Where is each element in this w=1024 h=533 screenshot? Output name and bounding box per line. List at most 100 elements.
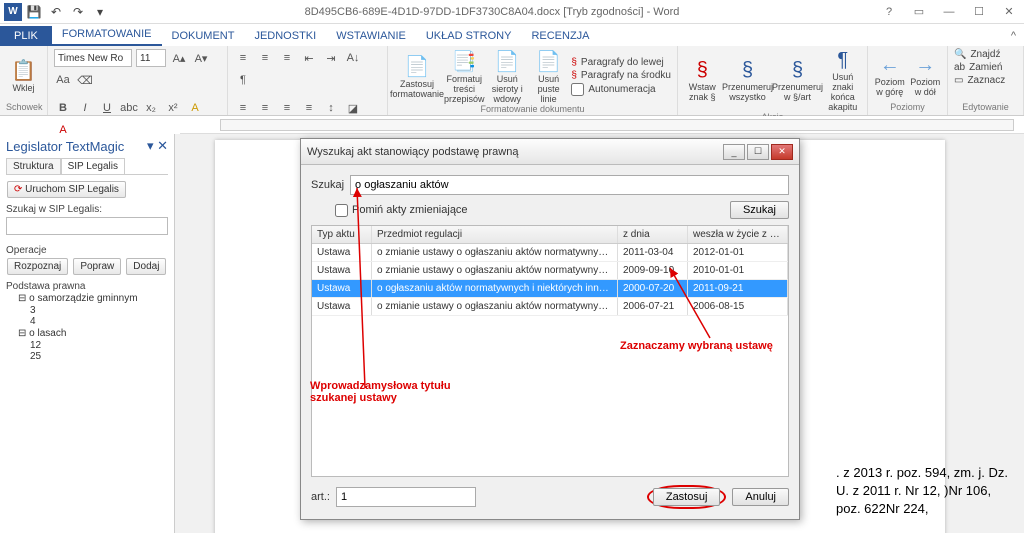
size-combo[interactable]: 11: [136, 49, 166, 67]
ribbon-options-icon[interactable]: ▭: [904, 0, 934, 24]
multilevel-icon[interactable]: ≡: [278, 49, 296, 67]
art-label: art.:: [311, 491, 330, 503]
align-right-icon[interactable]: ≡: [278, 99, 296, 117]
font-combo[interactable]: Times New Ro: [54, 49, 132, 67]
bold-icon[interactable]: B: [54, 99, 72, 117]
change-case-icon[interactable]: Aa: [54, 71, 72, 89]
italic-icon[interactable]: I: [76, 99, 94, 117]
level-down-button[interactable]: →Poziom w dół: [910, 54, 942, 97]
tab-formatowanie[interactable]: FORMATOWANIE: [52, 24, 162, 46]
search-act-dialog: Wyszukaj akt stanowiący podstawę prawną …: [300, 138, 800, 520]
tab-wstawianie[interactable]: WSTAWIANIE: [326, 26, 416, 46]
remove-orphans-button[interactable]: 📄Usuń sieroty i wdowy: [489, 49, 526, 104]
level-up-button[interactable]: ←Poziom w górę: [874, 54, 906, 97]
shrink-font-icon[interactable]: A▾: [192, 49, 210, 67]
tab-recenzja[interactable]: RECENZJA: [521, 26, 599, 46]
tab-struktura[interactable]: Struktura: [6, 158, 61, 174]
help-icon[interactable]: ?: [874, 0, 904, 24]
search-field[interactable]: [350, 175, 789, 195]
paste-button[interactable]: 📋 Wklej: [6, 58, 41, 93]
dialog-minimize-icon[interactable]: _: [723, 144, 745, 160]
underline-icon[interactable]: U: [98, 99, 116, 117]
select-button[interactable]: ▭Zaznacz: [954, 75, 1005, 86]
para-left[interactable]: §Paragrafy do lewej: [571, 57, 671, 68]
numbering-icon[interactable]: ≡: [256, 49, 274, 67]
search-field-label: Szukaj: [311, 179, 344, 191]
renumber-all-button[interactable]: §Przenumeruj wszystko: [725, 59, 771, 102]
renumber-in-button[interactable]: §Przenumeruj w §/art: [775, 59, 821, 102]
qat-more-icon[interactable]: ▾: [90, 2, 110, 22]
insert-paragraph-button[interactable]: §Wstaw znak §: [684, 59, 721, 102]
dialog-maximize-icon[interactable]: ☐: [747, 144, 769, 160]
replace-button[interactable]: abZamień: [954, 62, 1002, 73]
collapse-ribbon-icon[interactable]: ^: [1003, 26, 1024, 46]
col-type[interactable]: Typ aktu: [312, 226, 372, 243]
minimize-icon[interactable]: —: [934, 0, 964, 24]
redo-icon[interactable]: ↷: [68, 2, 88, 22]
maximize-icon[interactable]: ☐: [964, 0, 994, 24]
apply-button[interactable]: Zastosuj: [653, 488, 721, 506]
col-date[interactable]: z dnia: [618, 226, 688, 243]
apply-format-button[interactable]: 📄Zastosuj formatowanie: [394, 54, 440, 99]
sidepane: Legislator TextMagic▾ ✕ Struktura SIP Le…: [0, 134, 175, 533]
skip-checkbox[interactable]: [335, 204, 348, 217]
save-icon[interactable]: 💾: [24, 2, 44, 22]
justify-icon[interactable]: ≡: [300, 99, 318, 117]
close-icon[interactable]: ✕: [994, 0, 1024, 24]
tree-leaf[interactable]: 12: [6, 340, 168, 351]
indent-icon[interactable]: ⇥: [322, 49, 340, 67]
tab-plik[interactable]: PLIK: [0, 26, 52, 46]
tab-uklad[interactable]: UKŁAD STRONY: [416, 26, 522, 46]
table-row[interactable]: Ustawa o zmianie ustawy o ogłaszaniu akt…: [312, 262, 788, 280]
align-left-icon[interactable]: ≡: [234, 99, 252, 117]
clear-format-icon[interactable]: ⌫: [76, 71, 94, 89]
superscript-icon[interactable]: x²: [164, 99, 182, 117]
bullets-icon[interactable]: ≡: [234, 49, 252, 67]
table-row[interactable]: Ustawa o zmianie ustawy o ogłaszaniu akt…: [312, 298, 788, 316]
outdent-icon[interactable]: ⇤: [300, 49, 318, 67]
op-dodaj[interactable]: Dodaj: [126, 258, 166, 275]
op-popraw[interactable]: Popraw: [73, 258, 121, 275]
highlight-icon[interactable]: A: [186, 99, 204, 117]
align-center-icon[interactable]: ≡: [256, 99, 274, 117]
search-input[interactable]: [6, 217, 168, 235]
line-spacing-icon[interactable]: ↕: [322, 99, 340, 117]
table-row[interactable]: Ustawa o zmianie ustawy o ogłaszaniu akt…: [312, 244, 788, 262]
strike-icon[interactable]: abc: [120, 99, 138, 117]
sort-icon[interactable]: A↓: [344, 49, 362, 67]
tree-leaf[interactable]: 4: [6, 316, 168, 327]
autonumber[interactable]: Autonumeracja: [571, 83, 671, 96]
sidepane-close-icon[interactable]: ▾ ✕: [147, 138, 168, 154]
col-subject[interactable]: Przedmiot regulacji: [372, 226, 618, 243]
cancel-button[interactable]: Anuluj: [732, 488, 789, 506]
art-input[interactable]: [336, 487, 476, 507]
op-rozpoznaj[interactable]: Rozpoznaj: [7, 258, 68, 275]
tab-sip-legalis[interactable]: SIP Legalis: [61, 158, 125, 174]
find-button[interactable]: 🔍Znajdź: [954, 49, 1000, 60]
subscript-icon[interactable]: x₂: [142, 99, 160, 117]
group-edytowanie: Edytowanie: [954, 102, 1017, 112]
tree-node[interactable]: ⊟ o lasach: [6, 327, 168, 340]
search-label: Szukaj w SIP Legalis:: [6, 204, 168, 215]
tab-jednostki[interactable]: JEDNOSTKI: [244, 26, 326, 46]
dialog-close-icon[interactable]: ✕: [771, 144, 793, 160]
remove-empty-button[interactable]: 📄Usuń puste linie: [530, 49, 567, 104]
run-sip-button[interactable]: ⟳ Uruchom SIP Legalis: [7, 181, 126, 198]
apply-format-icon: 📄: [405, 54, 430, 79]
autonumber-checkbox[interactable]: [571, 83, 584, 96]
grow-font-icon[interactable]: A▴: [170, 49, 188, 67]
format-content-icon: 📑: [452, 49, 477, 74]
tree-leaf[interactable]: 25: [6, 351, 168, 362]
remove-marks-button[interactable]: ¶Usuń znaki końca akapitu: [825, 49, 862, 112]
format-content-button[interactable]: 📑Formatuj treści przepisów: [444, 49, 485, 104]
tab-dokument[interactable]: DOKUMENT: [162, 26, 245, 46]
pilcrow-icon[interactable]: ¶: [234, 71, 252, 89]
shading-icon[interactable]: ◪: [344, 99, 362, 117]
tree-leaf[interactable]: 3: [6, 305, 168, 316]
undo-icon[interactable]: ↶: [46, 2, 66, 22]
table-row-selected[interactable]: Ustawa o ogłaszaniu aktów normatywnych i…: [312, 280, 788, 298]
search-button[interactable]: Szukaj: [730, 201, 789, 219]
tree-node[interactable]: ⊟ o samorządzie gminnym: [6, 292, 168, 305]
col-effective[interactable]: weszła w życie z dniem: [688, 226, 788, 243]
para-center[interactable]: §Paragrafy na środku: [571, 70, 671, 81]
